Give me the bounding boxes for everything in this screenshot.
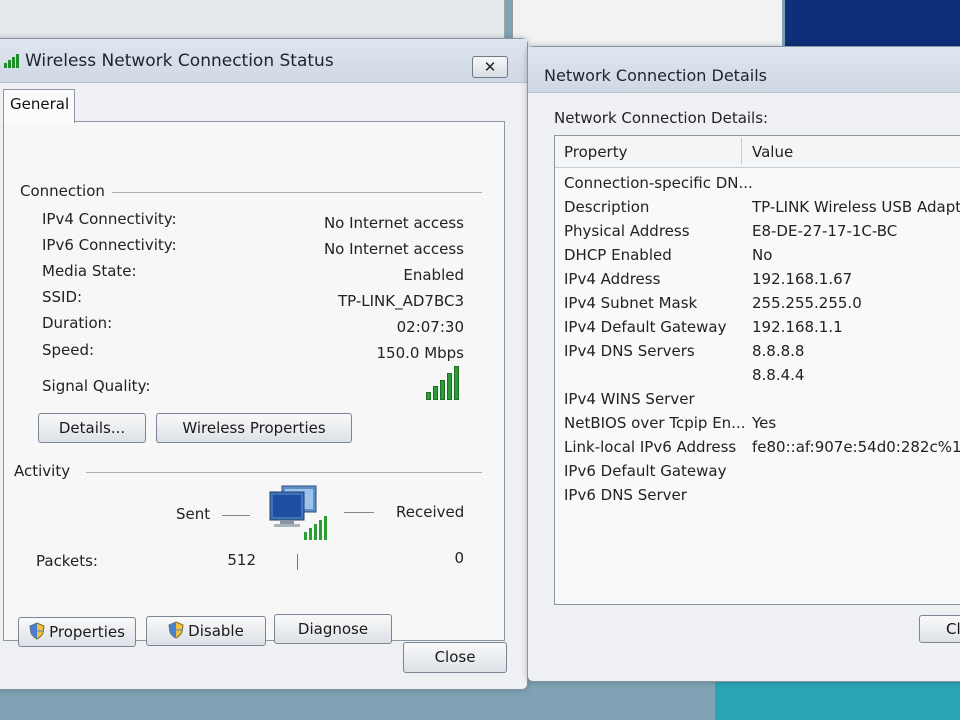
speed-label: Speed: [42,341,95,359]
property-value: fe80::af:907e:54d0:282c%13 [752,438,960,456]
list-row[interactable]: Description TP-LINK Wireless USB Adapter [555,198,960,222]
property-name: IPv4 Address [564,270,661,288]
property-name: IPv4 Default Gateway [564,318,727,336]
wireless-properties-button[interactable]: Wireless Properties [156,413,352,443]
signal-strength-icon [426,366,466,400]
network-computers-icon [266,484,330,546]
column-separator[interactable] [741,138,742,164]
wireless-signal-icon [3,52,19,68]
list-row[interactable]: IPv6 DNS Server [555,486,960,510]
connection-group-label: Connection [20,182,105,200]
packets-received-value: 0 [454,549,464,567]
list-row[interactable]: 8.8.4.4 [555,366,960,390]
window-title: Network Connection Details [544,66,767,85]
activity-group-label: Activity [14,462,71,480]
title-bar[interactable]: Wireless Network Connection Status ✕ [0,39,527,83]
property-value: E8-DE-27-17-1C-BC [752,222,898,240]
duration-label: Duration: [42,314,113,332]
list-row[interactable]: Connection-specific DN... [555,174,960,198]
property-value: 8.8.4.4 [752,366,805,384]
divider [112,192,482,193]
signal-quality-label: Signal Quality: [42,377,151,395]
disable-button[interactable]: Disable [146,616,266,646]
packets-label: Packets: [36,552,98,570]
received-line [344,512,374,513]
list-row[interactable]: IPv4 WINS Server [555,390,960,414]
property-name: Physical Address [564,222,690,240]
property-name: Connection-specific DN... [564,174,753,192]
properties-button[interactable]: Properties [18,617,136,647]
general-tab-panel: Connection IPv4 Connectivity: No Interne… [3,121,505,647]
received-label: Received [396,503,465,521]
speed-value: 150.0 Mbps [376,344,464,362]
details-button[interactable]: Details... [38,413,146,443]
tab-general[interactable]: General [3,89,75,123]
column-header-value[interactable]: Value [752,143,793,161]
ipv4-connectivity-value: No Internet access [323,214,464,232]
property-value: 255.255.255.0 [752,294,862,312]
property-name: Link-local IPv6 Address [564,438,737,456]
media-state-value: Enabled [403,266,464,284]
details-list[interactable]: Property Value Connection-specific DN...… [554,135,960,605]
ssid-label: SSID: [42,288,83,306]
list-row[interactable]: IPv4 DNS Servers 8.8.8.8 [555,342,960,366]
property-value: 8.8.8.8 [752,342,805,360]
list-row[interactable]: IPv4 Address 192.168.1.67 [555,270,960,294]
property-value: No [752,246,773,264]
list-row[interactable]: NetBIOS over Tcpip En... Yes [555,414,960,438]
close-button[interactable]: Close [403,642,507,673]
close-button[interactable]: Cl [919,615,960,643]
wireless-status-window: Wireless Network Connection Status ✕ Gen… [0,38,528,690]
list-row[interactable]: Link-local IPv6 Address fe80::af:907e:54… [555,438,960,462]
property-value: TP-LINK Wireless USB Adapter [752,198,960,216]
property-name: IPv4 DNS Servers [564,342,695,360]
sent-line [222,515,250,516]
ipv6-connectivity-label: IPv6 Connectivity: [42,236,177,254]
packets-sent-value: 512 [227,551,256,569]
ipv6-connectivity-value: No Internet access [323,240,464,258]
property-name: DHCP Enabled [564,246,672,264]
title-bar[interactable]: Network Connection Details [528,47,960,93]
property-name: IPv6 DNS Server [564,486,687,504]
ssid-value: TP-LINK_AD7BC3 [337,292,464,310]
duration-value: 02:07:30 [396,318,464,336]
list-row[interactable]: IPv6 Default Gateway [555,462,960,486]
list-row[interactable]: IPv4 Subnet Mask 255.255.255.0 [555,294,960,318]
property-name: IPv6 Default Gateway [564,462,727,480]
property-name: IPv4 Subnet Mask [564,294,698,312]
background-window-edge [0,0,505,40]
property-name: IPv4 WINS Server [564,390,695,408]
disable-button-label: Disable [188,622,244,640]
uac-shield-icon [168,621,184,639]
property-name: NetBIOS over Tcpip En... [564,414,746,432]
diagnose-button[interactable]: Diagnose [274,614,392,644]
divider [297,554,298,570]
close-icon[interactable]: ✕ [472,56,508,78]
list-row[interactable]: Physical Address E8-DE-27-17-1C-BC [555,222,960,246]
divider [86,472,482,473]
list-row[interactable]: DHCP Enabled No [555,246,960,270]
window-title: Wireless Network Connection Status [25,51,334,71]
property-value: Yes [752,414,777,432]
property-value: 192.168.1.67 [752,270,853,288]
sent-label: Sent [176,505,211,523]
background-window-edge [512,0,782,52]
list-row[interactable]: IPv4 Default Gateway 192.168.1.1 [555,318,960,342]
column-header-property[interactable]: Property [564,143,627,161]
uac-shield-icon [29,622,45,640]
connection-details-window: Network Connection Details Network Conne… [527,46,960,682]
property-name: Description [564,198,650,216]
details-list-label: Network Connection Details: [554,109,769,127]
ipv4-connectivity-label: IPv4 Connectivity: [42,210,177,228]
list-header: Property Value [555,136,960,168]
media-state-label: Media State: [42,262,137,280]
property-value: 192.168.1.1 [752,318,843,336]
properties-button-label: Properties [49,623,125,641]
